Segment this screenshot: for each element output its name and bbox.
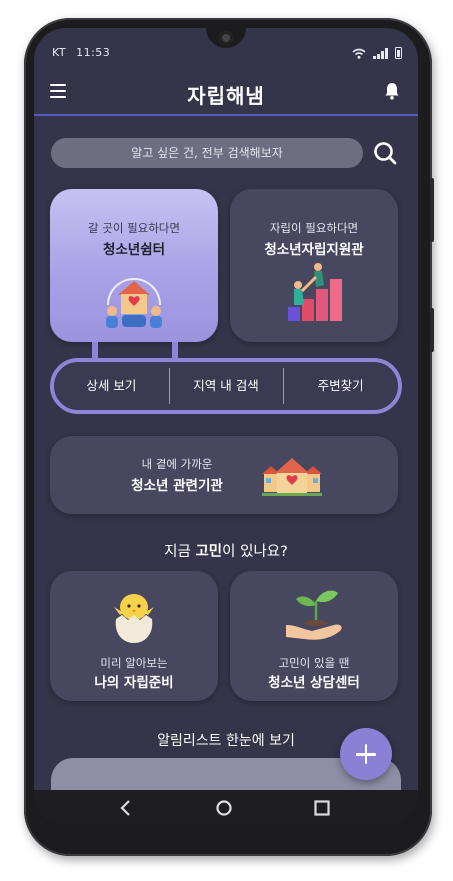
detail-view-button[interactable]: 상세 보기 (54, 366, 169, 406)
home-icon[interactable] (214, 798, 234, 818)
local-search-button[interactable]: 지역 내 검색 (168, 366, 284, 406)
nearby-card[interactable]: 내 곁에 가까운 청소년 관련기관 (50, 436, 398, 514)
camera-icon (219, 31, 233, 45)
app-header: 자립해냄 (34, 74, 418, 114)
sprout-hand-icon (286, 590, 342, 640)
carrier-label: KT (52, 46, 67, 59)
status-left: KT 11:53 (52, 46, 110, 59)
support-card[interactable]: 자립이 필요하다면 청소년자립지원관 (230, 189, 398, 342)
clock: 11:53 (76, 46, 111, 59)
counsel-center-subtitle: 고민이 있을 땐 (278, 656, 350, 670)
counsel-center-card[interactable]: 고민이 있을 땐 청소년 상담센터 (230, 571, 398, 701)
self-ready-title: 나의 자립준비 (94, 675, 174, 691)
self-ready-subtitle: 미리 알아보는 (100, 656, 168, 670)
header-divider (34, 114, 418, 116)
camera-notch (206, 28, 246, 48)
wifi-icon (352, 48, 366, 59)
signal-icon (373, 47, 388, 59)
shelter-card[interactable]: 갈 곳이 필요하다면 청소년쉼터 (50, 189, 218, 342)
counsel-center-title: 청소년 상담센터 (268, 675, 360, 691)
nearby-card-text: 내 곁에 가까운 청소년 관련기관 (122, 456, 232, 494)
volume-button (430, 178, 434, 242)
recent-apps-icon[interactable] (312, 798, 332, 818)
search-input[interactable]: 알고 싶은 건, 전부 검색해보자 (51, 138, 363, 168)
support-card-title: 청소년자립지원관 (264, 242, 364, 258)
status-right (352, 47, 402, 59)
nearby-house-icon (262, 458, 322, 496)
shelter-card-subtitle: 갈 곳이 필요하다면 (88, 221, 180, 235)
question-suffix: 이 있나요? (222, 544, 288, 560)
worry-question: 지금 고민이 있나요? (34, 540, 418, 561)
shelter-card-title: 청소년쉼터 (102, 242, 166, 258)
self-ready-card[interactable]: 미리 알아보는 나의 자립준비 (50, 571, 218, 701)
support-card-subtitle: 자립이 필요하다면 (269, 221, 359, 235)
action-bar: 상세 보기 지역 내 검색 주변찾기 (50, 358, 402, 414)
search-icon[interactable] (372, 140, 398, 166)
add-button[interactable] (340, 728, 392, 780)
question-bold: 고민 (195, 544, 223, 560)
nearby-card-title: 청소년 관련기관 (131, 478, 223, 494)
hatching-chick-icon (114, 594, 154, 643)
connector-left (92, 342, 98, 358)
power-button (430, 308, 434, 352)
battery-icon (395, 47, 402, 59)
shelter-house-icon (106, 278, 162, 328)
stairs-climb-icon (288, 263, 342, 321)
nearby-button[interactable]: 주변찾기 (283, 366, 398, 406)
status-bar: KT 11:53 (52, 46, 402, 62)
bell-icon[interactable] (384, 82, 400, 100)
system-nav-bar (34, 790, 418, 824)
app-screen: KT 11:53 자립해냄 알고 싶은 건, 전부 검색해보자 갈 곳이 필요하… (34, 28, 418, 824)
question-prefix: 지금 (164, 544, 196, 560)
connector-right (172, 342, 178, 358)
app-logo: 자립해냄 (187, 84, 265, 108)
back-icon[interactable] (116, 798, 136, 818)
nearby-card-subtitle: 내 곁에 가까운 (141, 457, 213, 471)
